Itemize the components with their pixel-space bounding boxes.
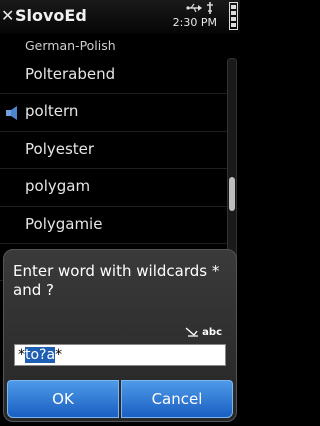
list-item[interactable]: poltern [0,94,230,132]
dictionary-name: German-Polish [25,38,116,53]
scrollbar-thumb[interactable] [229,177,235,211]
cancel-button[interactable]: Cancel [121,380,233,418]
list-item[interactable]: polygam [0,169,230,207]
input-suffix: * [55,347,63,363]
input-selection: to?a [25,347,56,363]
dialog-buttons: OK Cancel [7,380,233,418]
wildcard-dialog: Enter word with wildcards * and ? abc *t… [3,249,237,422]
speaker-icon[interactable] [5,106,21,121]
word-label: polygam [25,177,91,196]
dialog-prompt: Enter word with wildcards * and ? [13,262,220,299]
phone-screen: ✕ SlovoEd 2:30 PM German-Polish Polterab… [0,0,240,426]
word-label: Polterabend [25,65,116,83]
app-title: SlovoEd [15,6,87,25]
usb-icon [186,3,202,13]
word-label: Polygamie [25,214,103,233]
list-item[interactable]: Polygamie [0,207,230,244]
input-mode-label: abc [202,327,222,338]
connection-icon [207,2,213,14]
status-bar: ✕ SlovoEd 2:30 PM [0,0,240,34]
word-label: Polyester [25,139,95,158]
input-mode-indicator: abc [185,327,222,338]
battery-icon [229,2,238,30]
close-icon[interactable]: ✕ [1,8,14,24]
word-label: poltern [25,102,79,121]
list-item[interactable]: Polyester [0,132,230,170]
ok-button[interactable]: OK [7,380,119,418]
word-list: Polterabend poltern Polyester polygam Po… [0,57,230,282]
wildcard-input[interactable]: *to?a* [14,344,226,366]
list-item[interactable]: Polterabend [0,57,230,95]
clock: 2:30 PM [172,16,217,29]
pencil-icon [185,327,198,337]
input-prefix: * [18,347,25,363]
